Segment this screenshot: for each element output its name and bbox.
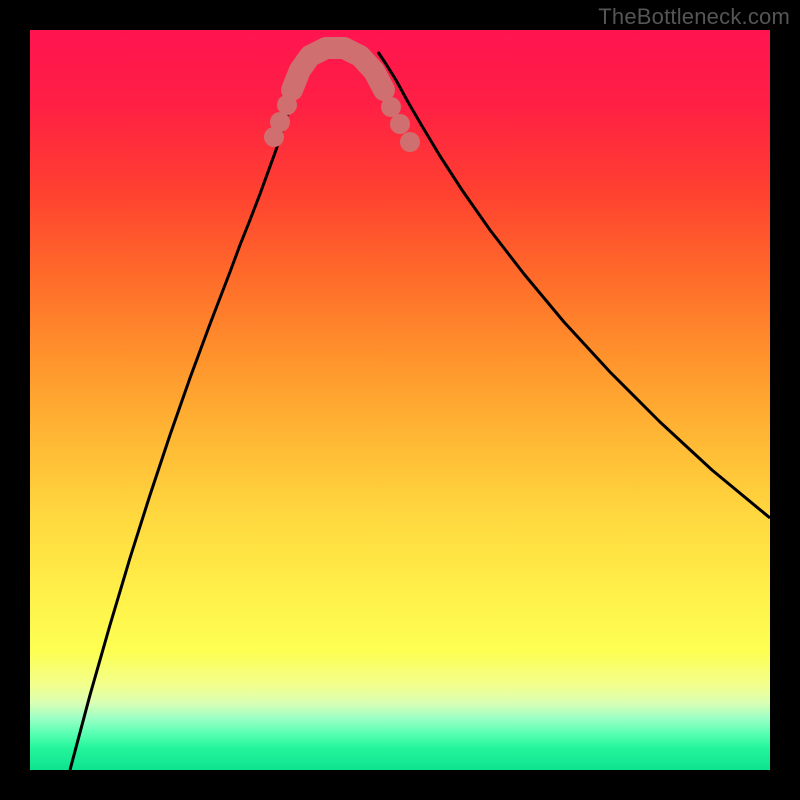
- chart-frame: TheBottleneck.com: [0, 0, 800, 800]
- chart-svg: [30, 30, 770, 770]
- point-right-dot-1: [381, 97, 401, 117]
- watermark-text: TheBottleneck.com: [598, 4, 790, 30]
- point-right-dot-3: [400, 132, 420, 152]
- series-left-branch: [70, 52, 308, 770]
- series-bottom-sausage: [292, 48, 384, 90]
- point-right-dot-2: [390, 114, 410, 134]
- plot-area: [30, 30, 770, 770]
- series-right-branch: [378, 52, 770, 518]
- point-left-dot-1: [277, 95, 297, 115]
